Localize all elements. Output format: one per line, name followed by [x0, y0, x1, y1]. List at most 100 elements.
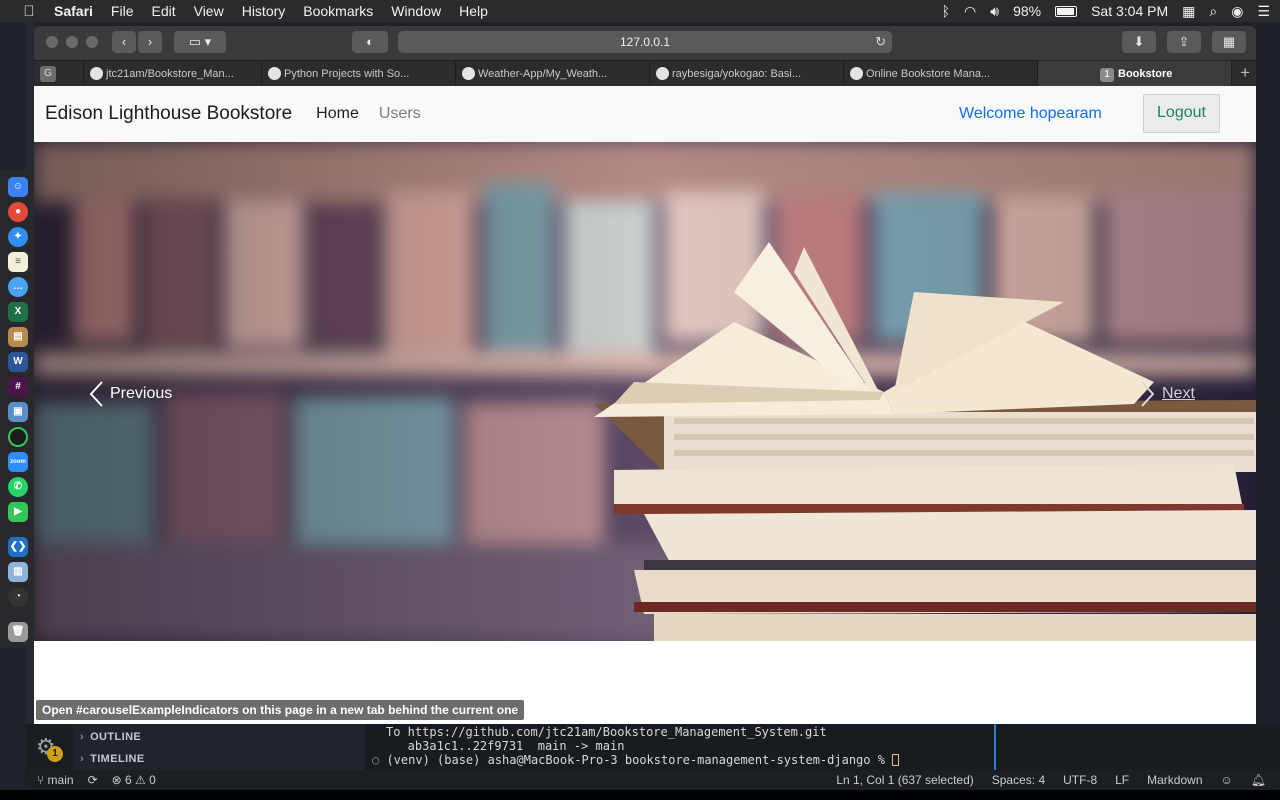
menu-view[interactable]: View: [194, 3, 224, 19]
branch-indicator[interactable]: ⑂ main: [37, 773, 74, 787]
trash-icon[interactable]: 🗑︎: [8, 622, 28, 642]
sidebar-toggle-button[interactable]: ▭ ▾: [174, 31, 226, 53]
address-bar[interactable]: 127.0.0.1 ↻: [398, 31, 892, 53]
carousel-next-button[interactable]: Next: [1140, 380, 1195, 408]
screen-bottom: [0, 790, 1280, 800]
menu-bookmarks[interactable]: Bookmarks: [303, 3, 373, 19]
vscode-sidebar: [25, 724, 365, 770]
site-navbar: Edison Lighthouse Bookstore Home Users W…: [34, 86, 1256, 142]
preview-icon[interactable]: ▣: [8, 402, 28, 422]
timeline-section[interactable]: › TIMELINE: [80, 753, 145, 765]
tab-pinned-g[interactable]: G: [34, 61, 84, 87]
bell-icon[interactable]: 🔔︎: [1251, 773, 1266, 787]
terminal-line: ab3a1c1..22f9731 main -> main: [386, 739, 625, 753]
keyboard-input-icon[interactable]: ▦: [1182, 3, 1195, 20]
control-center-icon[interactable]: ☰: [1257, 3, 1270, 20]
mac-menubar:  Safari File Edit View History Bookmark…: [0, 0, 1280, 22]
tab-bar: G jtc21am/Bookstore_Man... Python Projec…: [34, 60, 1256, 87]
zoom-window-button[interactable]: [86, 36, 98, 48]
safari-toolbar: ‹ › ▭ ▾ ◐ 127.0.0.1 ↻ ⬇ ⇪ ▦: [34, 26, 1256, 60]
excel-icon[interactable]: X: [8, 302, 28, 322]
activity-monitor-icon[interactable]: [8, 427, 28, 447]
menu-edit[interactable]: Edit: [151, 3, 175, 19]
new-tab-icon[interactable]: +: [1240, 63, 1250, 83]
github-icon: [90, 67, 103, 80]
battery-percent[interactable]: 98%: [1013, 3, 1041, 19]
logout-button[interactable]: Logout: [1143, 94, 1220, 133]
language-mode[interactable]: Markdown: [1147, 773, 1202, 787]
screen-capture-icon[interactable]: ◔: [8, 587, 28, 607]
carousel-previous-button[interactable]: Previous: [88, 380, 172, 408]
tab-weather-app[interactable]: Weather-App/My_Weath...: [456, 61, 650, 87]
tab-online-bookstore[interactable]: Online Bookstore Mana...: [844, 61, 1038, 87]
menu-help[interactable]: Help: [459, 3, 488, 19]
slack-icon[interactable]: #: [8, 377, 28, 397]
battery-icon[interactable]: [1055, 5, 1078, 17]
line-ending[interactable]: LF: [1115, 773, 1129, 787]
site-brand[interactable]: Edison Lighthouse Bookstore: [45, 103, 292, 125]
zoom-icon[interactable]: zoom: [8, 452, 28, 472]
vscode-statusbar: ⑂ main ⟳ ⊗ 6 ⚠ 0 Ln 1, Col 1 (637 select…: [25, 770, 1280, 790]
menu-file[interactable]: File: [111, 3, 134, 19]
forward-button[interactable]: ›: [138, 31, 162, 53]
nav-users[interactable]: Users: [379, 105, 421, 123]
nav-home[interactable]: Home: [316, 105, 359, 123]
welcome-user-link[interactable]: Welcome hopearam: [959, 105, 1102, 123]
cursor-position[interactable]: Ln 1, Col 1 (637 selected): [836, 773, 973, 787]
minimize-window-button[interactable]: [66, 36, 78, 48]
error-icon: ⊗: [111, 773, 126, 787]
safari-icon[interactable]: ✦: [8, 227, 28, 247]
share-icon[interactable]: ⇪: [1167, 31, 1201, 53]
messenger-icon[interactable]: …: [8, 277, 28, 297]
site-icon: [268, 67, 281, 80]
terminal-prompt-line: ○ (venv) (base) asha@MacBook-Pro-3 books…: [372, 753, 992, 767]
chevron-right-icon: ›: [80, 753, 85, 765]
feedback-icon[interactable]: ☺: [1221, 773, 1233, 787]
tab-bookstore[interactable]: 1 Bookstore: [1038, 61, 1232, 87]
menu-window[interactable]: Window: [391, 3, 441, 19]
safari-window: ‹ › ▭ ▾ ◐ 127.0.0.1 ↻ ⬇ ⇪ ▦ G jtc21am/Bo…: [34, 26, 1256, 724]
github-icon: [656, 67, 669, 80]
terminal-line: To https://github.com/jtc21am/Bookstore_…: [386, 725, 827, 739]
apple-icon[interactable]: : [18, 3, 40, 20]
url-text: 127.0.0.1: [619, 35, 671, 49]
carousel: Previous Next: [34, 142, 1256, 641]
books-icon[interactable]: ▤: [8, 327, 28, 347]
chrome-icon[interactable]: ●: [8, 202, 28, 222]
tab-github-bookstore[interactable]: jtc21am/Bookstore_Man...: [84, 61, 262, 87]
problems-indicator[interactable]: ⊗ 6 ⚠ 0: [112, 773, 156, 787]
siri-icon[interactable]: ◉: [1231, 3, 1243, 20]
photos-browser-icon[interactable]: ▥: [8, 562, 28, 582]
reload-icon[interactable]: ↻: [875, 31, 886, 53]
spotlight-search-icon[interactable]: ⌕: [1209, 3, 1217, 20]
tab-overview-icon[interactable]: ▦: [1212, 31, 1246, 53]
whatsapp-icon[interactable]: ✆: [8, 477, 28, 497]
panel-divider[interactable]: [994, 724, 996, 770]
terminal[interactable]: To https://github.com/jtc21am/Bookstore_…: [372, 724, 992, 770]
sync-icon[interactable]: ⟳: [88, 773, 98, 787]
indentation[interactable]: Spaces: 4: [992, 773, 1045, 787]
tab-yokogao[interactable]: raybesiga/yokogao: Basi...: [650, 61, 844, 87]
carousel-image-books: [34, 142, 1256, 641]
encoding[interactable]: UTF-8: [1063, 773, 1097, 787]
notification-badge: 1: [47, 746, 63, 762]
notes-icon[interactable]: ≡: [8, 252, 28, 272]
outline-section[interactable]: › OUTLINE: [80, 731, 141, 743]
clock[interactable]: Sat 3:04 PM: [1091, 3, 1168, 19]
privacy-shield-icon[interactable]: ◐: [352, 31, 388, 53]
facetime-icon[interactable]: ▶: [8, 502, 28, 522]
close-window-button[interactable]: [46, 36, 58, 48]
volume-icon[interactable]: 🔊︎: [990, 3, 999, 20]
dock: ☺ ● ✦ ≡ … X ▤ W # ▣ zoom ✆ ▶ ❮❯ ▥ ◔ 🗑︎: [0, 170, 34, 648]
downloads-icon[interactable]: ⬇: [1122, 31, 1156, 53]
vscode-icon[interactable]: ❮❯: [8, 537, 28, 557]
word-icon[interactable]: W: [8, 352, 28, 372]
finder-icon[interactable]: ☺: [8, 177, 28, 197]
menu-app[interactable]: Safari: [54, 3, 93, 19]
wifi-icon[interactable]: ◠: [964, 3, 976, 20]
bluetooth-icon[interactable]: ᛒ: [942, 3, 950, 19]
tab-python-projects[interactable]: Python Projects with So...: [262, 61, 456, 87]
menu-history[interactable]: History: [242, 3, 286, 19]
link-status-tooltip: Open #carouselExampleIndicators on this …: [36, 700, 525, 720]
back-button[interactable]: ‹: [112, 31, 136, 53]
